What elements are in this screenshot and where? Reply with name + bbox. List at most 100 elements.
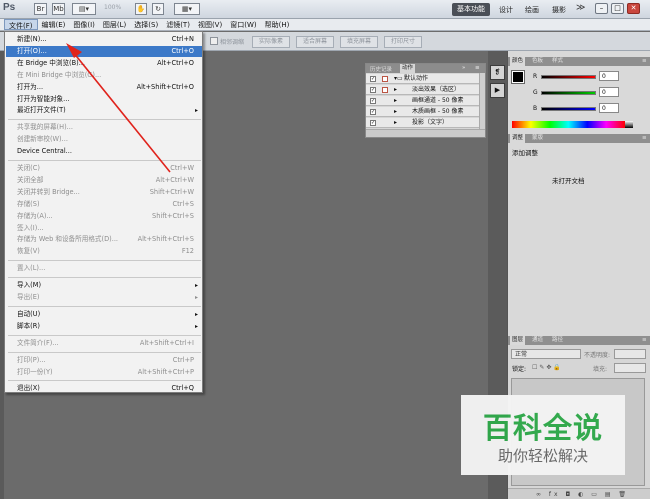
tab-actions[interactable]: 动作 xyxy=(400,64,416,73)
lock-icons[interactable]: ☐✎✥🔒 xyxy=(532,364,563,371)
color-panel-tabs: 颜色 色板 样式 ≡ xyxy=(508,57,650,66)
expand-triangle-icon[interactable]: ▸ xyxy=(394,107,397,117)
foreground-color-swatch[interactable] xyxy=(511,70,525,84)
menu-edit[interactable]: 编辑(E) xyxy=(38,19,70,30)
file-menu-item[interactable]: 最近打开文件(T) ▸ xyxy=(6,105,202,116)
blue-value[interactable]: 0 xyxy=(599,103,619,113)
panel-menu-icon[interactable]: ≡ xyxy=(640,336,649,345)
file-menu-item[interactable]: 退出(X) Ctrl+Q xyxy=(6,383,202,394)
folder-expand-icon[interactable]: ▾▭ xyxy=(394,74,403,84)
tab-swatches[interactable]: 色板 xyxy=(530,57,545,66)
fill-screen-button[interactable]: 填充屏幕 xyxy=(340,36,378,48)
menu-layer[interactable]: 图层(L) xyxy=(99,19,130,30)
green-slider[interactable] xyxy=(541,91,596,95)
file-menu-item: 存储为(A)... Shift+Ctrl+S xyxy=(6,211,202,222)
menu-separator xyxy=(8,380,201,382)
action-row[interactable]: ✓ ▾▭ 默认动作 xyxy=(366,74,479,84)
red-value[interactable]: 0 xyxy=(599,71,619,81)
rotate-view-icon[interactable]: ↻ xyxy=(152,3,164,15)
workspace-basic[interactable]: 基本功能 xyxy=(452,3,490,16)
opacity-input[interactable] xyxy=(614,349,646,359)
tab-adjustments[interactable]: 调整 xyxy=(510,134,526,143)
zoom-level[interactable]: 100% xyxy=(104,4,121,11)
tab-color[interactable]: 颜色 xyxy=(510,57,526,66)
green-value[interactable]: 0 xyxy=(599,87,619,97)
print-size-button[interactable]: 打印尺寸 xyxy=(384,36,422,48)
file-menu-item[interactable]: 自动(U) ▸ xyxy=(6,309,202,320)
file-menu-item[interactable]: 新建(N)... Ctrl+N xyxy=(6,34,202,45)
bridge-icon[interactable]: Br xyxy=(34,3,47,15)
action-toggle-check[interactable]: ✓ xyxy=(370,76,376,82)
close-icon[interactable]: ✕ xyxy=(627,3,640,14)
minimize-icon[interactable]: – xyxy=(595,3,608,14)
menu-help[interactable]: 帮助(H) xyxy=(261,19,294,30)
color-spectrum[interactable] xyxy=(512,121,625,128)
action-row[interactable]: ✓ ▸ 淡出效果（选区） xyxy=(366,85,479,95)
arrange-documents-icon[interactable]: ▦▾ xyxy=(174,3,200,15)
menu-item-label: 在 Bridge 中浏览(B)... xyxy=(17,58,86,67)
tab-styles[interactable]: 样式 xyxy=(550,57,565,66)
expand-triangle-icon[interactable]: ▸ xyxy=(394,118,397,128)
tab-channels[interactable]: 通道 xyxy=(530,336,545,345)
action-toggle-check[interactable]: ✓ xyxy=(370,120,376,126)
panel-menu-icon[interactable]: ≡ xyxy=(640,57,649,66)
workspace-painting[interactable]: 绘画 xyxy=(525,5,539,15)
action-row[interactable]: ✓ ▸ 投影（文字） xyxy=(366,118,479,128)
workspace-photography[interactable]: 摄影 xyxy=(552,5,566,15)
green-label: G xyxy=(533,89,538,96)
file-menu-item[interactable]: 在 Bridge 中浏览(B)... Alt+Ctrl+O xyxy=(6,58,202,69)
workspace-design[interactable]: 设计 xyxy=(499,5,513,15)
tab-history[interactable]: 历史记录 xyxy=(370,65,392,73)
options-checkbox[interactable] xyxy=(210,37,218,45)
menu-select[interactable]: 选择(S) xyxy=(130,19,162,30)
file-menu-item: 签入(I)... xyxy=(6,223,202,234)
blue-slider[interactable] xyxy=(541,107,596,111)
expand-triangle-icon[interactable]: ▸ xyxy=(394,96,397,106)
expand-triangle-icon[interactable]: ▸ xyxy=(394,85,397,95)
action-toggle-check[interactable]: ✓ xyxy=(370,87,376,93)
action-toggle-check[interactable]: ✓ xyxy=(370,98,376,104)
tab-paths[interactable]: 路径 xyxy=(550,336,565,345)
action-label: 淡出效果（选区） xyxy=(412,86,461,93)
menu-filter[interactable]: 滤镜(T) xyxy=(162,19,194,30)
file-menu-item[interactable]: 导入(M) ▸ xyxy=(6,280,202,291)
red-slider[interactable] xyxy=(541,75,596,79)
menu-file[interactable]: 文件(F) xyxy=(4,19,38,30)
menu-item-shortcut: Alt+Shift+Ctrl+S xyxy=(137,235,194,244)
workspace-more-icon[interactable]: ≫ xyxy=(576,3,585,13)
panel-collapse-icon[interactable]: » xyxy=(462,65,465,71)
actions-icon[interactable]: ▶ xyxy=(490,83,505,98)
menu-window[interactable]: 窗口(W) xyxy=(226,19,260,30)
actions-scrollbar[interactable] xyxy=(479,73,485,130)
menu-image[interactable]: 图像(I) xyxy=(69,19,99,30)
action-row[interactable]: ✓ ▸ 画框通道 - 50 像素 xyxy=(366,96,479,106)
action-row[interactable]: ✓ ▸ 木质画框 - 50 像素 xyxy=(366,107,479,117)
file-menu-item[interactable]: 打开(O)... Ctrl+O xyxy=(6,45,202,57)
fit-screen-button[interactable]: 适合屏幕 xyxy=(296,36,334,48)
tab-masks[interactable]: 蒙版 xyxy=(530,134,545,143)
action-toggle-check[interactable]: ✓ xyxy=(370,109,376,115)
menu-item-label: 新建(N)... xyxy=(17,35,47,43)
maximize-icon[interactable]: □ xyxy=(611,3,624,14)
file-menu-item[interactable]: 脚本(R) ▸ xyxy=(6,321,202,332)
file-menu-item[interactable]: 打开为... Alt+Shift+Ctrl+O xyxy=(6,82,202,93)
grayscale-ramp[interactable] xyxy=(625,121,633,128)
hand-tool-icon[interactable]: ✋ xyxy=(135,3,147,15)
layers-footer-icons[interactable]: ∞ fx ◘ ◐ ▭ ▤ 🗑 xyxy=(508,488,650,499)
adjust-title: 添加调整 xyxy=(512,149,538,157)
actual-pixels-button[interactable]: 实际像素 xyxy=(252,36,290,48)
dialog-toggle-icon[interactable] xyxy=(382,76,388,82)
file-menu-item[interactable]: Device Central... xyxy=(6,146,202,157)
file-menu-item[interactable]: 打开为智能对象... xyxy=(6,94,202,105)
tab-layers[interactable]: 图层 xyxy=(510,336,526,345)
panel-menu-icon[interactable]: ≡ xyxy=(475,65,480,71)
blend-mode-select[interactable]: 正常 xyxy=(511,349,581,359)
fill-input[interactable] xyxy=(614,363,646,373)
menu-item-label: 打开(O)... xyxy=(17,46,47,55)
history-icon[interactable]: ❡ xyxy=(490,65,505,80)
dialog-toggle-icon[interactable] xyxy=(382,87,388,93)
panel-menu-icon[interactable]: ≡ xyxy=(640,134,649,143)
mini-bridge-icon[interactable]: Mb xyxy=(52,3,65,15)
view-extras-icon[interactable]: ▤▾ xyxy=(72,3,96,15)
menu-view[interactable]: 视图(V) xyxy=(194,19,226,30)
